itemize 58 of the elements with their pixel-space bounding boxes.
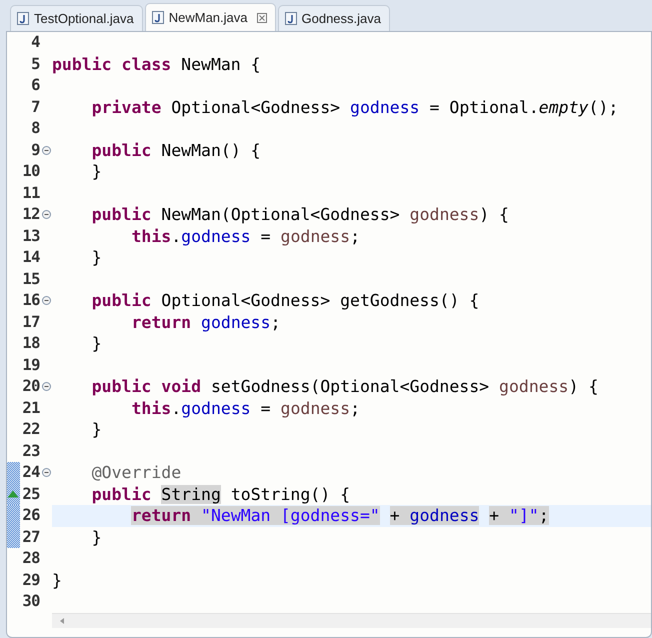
- collapse-icon[interactable]: [42, 146, 50, 155]
- editor-tab[interactable]: NewMan.java: [144, 3, 276, 31]
- code-line: public NewMan(Optional<Godness> godness) {: [90, 204, 510, 226]
- line-number: 21: [21, 398, 40, 418]
- code-line: this.godness = godness;: [130, 398, 361, 419]
- code-line: }: [90, 419, 103, 440]
- code-line: }: [90, 526, 103, 548]
- code-line: public void setGodness(Optional<Godness> godness) {: [90, 376, 600, 398]
- line-number: 26: [21, 505, 40, 526]
- close-icon[interactable]: [256, 12, 266, 22]
- line-number: 22: [21, 419, 40, 440]
- java-file-icon: [152, 11, 164, 24]
- horizontal-scrollbar[interactable]: [52, 612, 651, 628]
- code-line: }: [90, 333, 103, 354]
- line-number: 6: [30, 75, 40, 96]
- code-line: this.godness = godness;: [130, 226, 361, 247]
- code-editor[interactable]: [6, 31, 652, 638]
- java-file-icon: [17, 12, 29, 25]
- line-number: 10: [21, 161, 40, 182]
- code-line: public String toString() {: [90, 484, 352, 505]
- line-number: 14: [21, 247, 40, 268]
- collapse-icon[interactable]: [42, 210, 50, 220]
- line-number: 5: [30, 54, 40, 74]
- code-line: @Override: [90, 462, 182, 484]
- line-number: 9: [30, 140, 40, 160]
- code-line: }: [90, 161, 103, 182]
- line-number: 8: [30, 118, 40, 139]
- editor-tab[interactable]: Godness.java: [278, 5, 390, 31]
- line-number: 12: [21, 204, 40, 225]
- line-number: 4: [30, 32, 40, 53]
- editor-tab[interactable]: TestOptional.java: [10, 5, 143, 31]
- line-number: 23: [21, 440, 40, 462]
- line-number: 24: [21, 462, 40, 483]
- collapse-icon[interactable]: [42, 382, 50, 392]
- code-line: return godness;: [130, 312, 282, 333]
- collapse-icon[interactable]: [42, 468, 50, 478]
- line-number: 16: [21, 290, 40, 311]
- line-number: 30: [21, 591, 40, 612]
- line-number: 25: [21, 484, 40, 504]
- code-line: public class NewMan {: [52, 54, 262, 75]
- line-number: 17: [21, 312, 40, 332]
- line-number: 29: [21, 570, 40, 590]
- code-line: }: [90, 247, 103, 268]
- code-line: public NewMan() {: [90, 140, 262, 161]
- line-number: 27: [21, 526, 40, 548]
- java-file-icon: [284, 12, 296, 25]
- line-number: 19: [21, 354, 40, 376]
- line-number: 18: [21, 333, 40, 354]
- line-number: 13: [21, 226, 40, 246]
- line-number: 28: [21, 548, 40, 569]
- line-number: 15: [21, 268, 40, 290]
- line-number: 11: [21, 182, 40, 204]
- code-line: }: [52, 570, 63, 591]
- line-number: 7: [30, 96, 40, 118]
- code-line: public Optional<Godness> getGodness() {: [90, 290, 480, 312]
- code-line: private Optional<Godness> godness = Optional.empty();: [90, 96, 620, 118]
- collapse-icon[interactable]: [42, 296, 50, 306]
- line-number: 20: [21, 376, 40, 397]
